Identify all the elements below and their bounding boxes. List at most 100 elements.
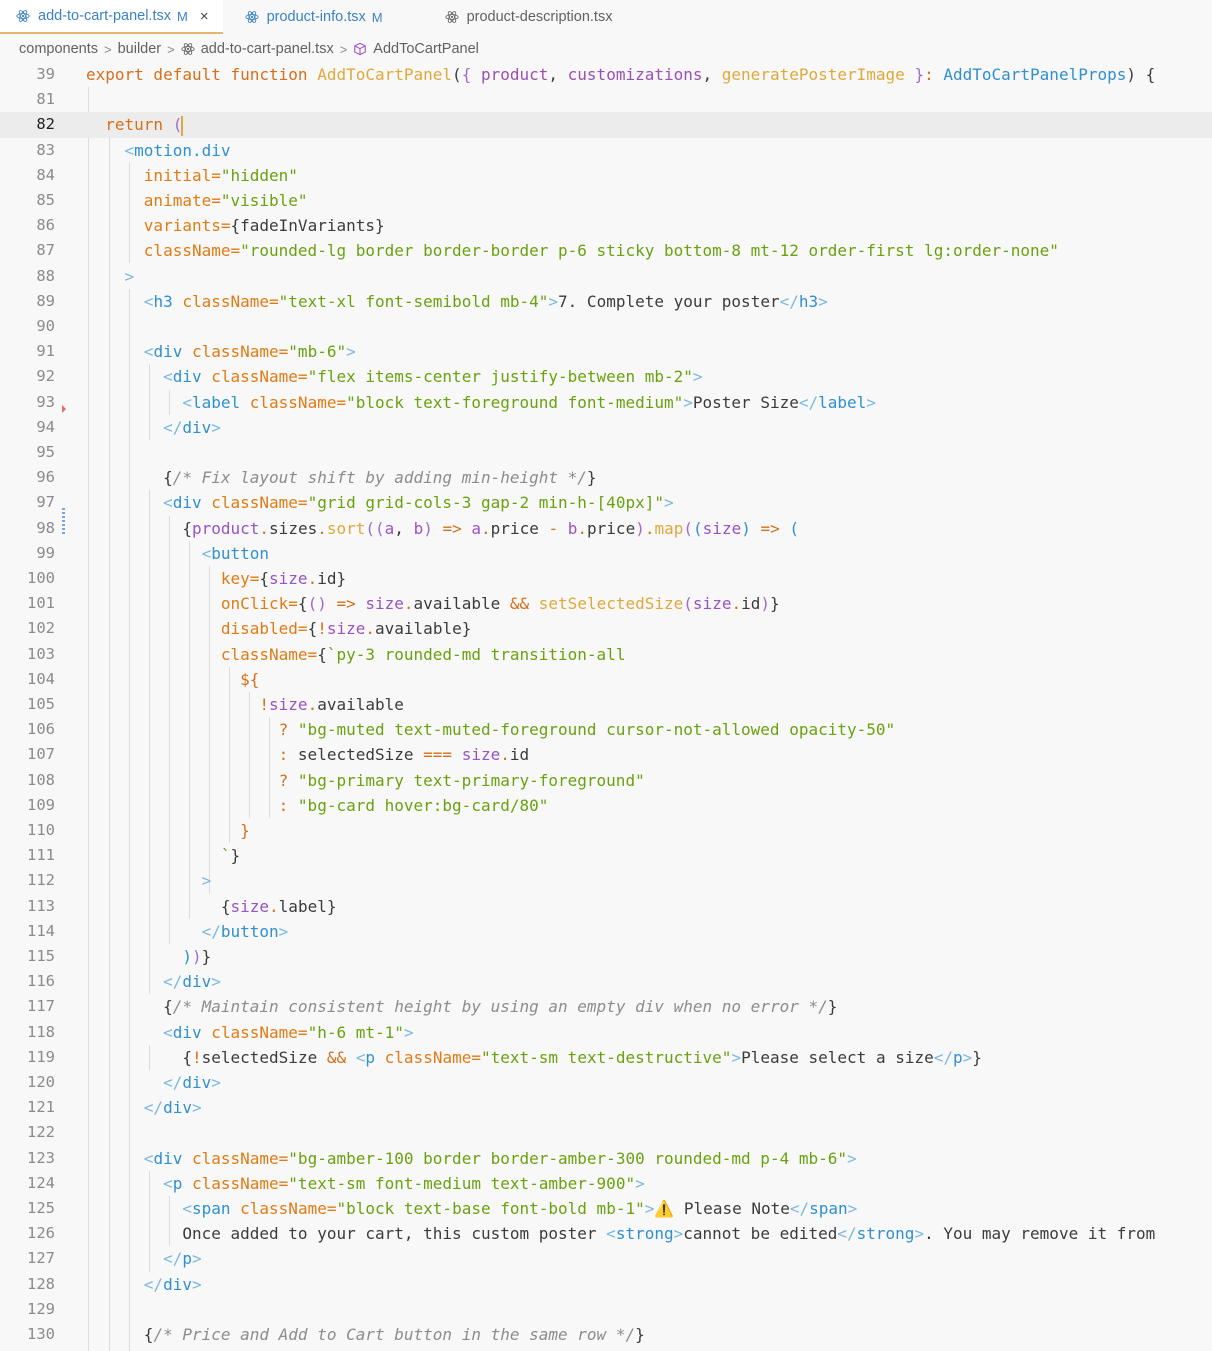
code-text: ${ (240, 669, 260, 689)
line-number: 109 (27, 795, 55, 814)
line-number: 126 (27, 1224, 55, 1243)
line-number: 87 (36, 241, 55, 260)
line-number: 93 (36, 392, 55, 411)
code-text: : "bg-card hover:bg-card/80" (278, 795, 549, 815)
line-number: 113 (27, 896, 55, 915)
line-number: 97 (36, 493, 55, 512)
line-number: 111 (27, 846, 55, 865)
code-text: </div> (143, 1274, 202, 1294)
line-number: 92 (36, 367, 55, 386)
code-line: 87 className="rounded-lg border border-b… (0, 238, 1212, 263)
code-text: </p> (163, 1249, 202, 1269)
code-line: 131 (0, 1347, 1212, 1351)
line-number: 101 (27, 594, 55, 613)
code-text: </div> (143, 1098, 202, 1118)
line-number: 115 (27, 947, 55, 965)
line-number: 98 (36, 518, 55, 537)
code-line: 83 <motion.div (0, 138, 1212, 163)
breadcrumb-item-components[interactable]: components (19, 41, 98, 57)
code-line: 103 className={`py-3 rounded-md transiti… (0, 642, 1212, 667)
tab-label: add-to-cart-panel.tsx (38, 8, 171, 24)
code-line: 117 {/* Maintain consistent height by us… (0, 994, 1212, 1019)
line-number: 102 (27, 619, 55, 638)
code-text: <motion.div (124, 140, 231, 160)
code-line: 95 (0, 440, 1212, 465)
tab-product-info[interactable]: product-info.tsx M (223, 0, 397, 34)
line-number: 131 (0, 1347, 55, 1351)
code-text: ? "bg-primary text-primary-foreground" (278, 770, 645, 790)
line-number: 83 (36, 140, 55, 159)
tab-bar: add-to-cart-panel.tsx M × product-info.t… (0, 0, 1212, 34)
tab-label: product-description.tsx (466, 9, 613, 25)
warning-icon: ⚠️ (654, 1199, 675, 1218)
line-number: 90 (36, 317, 55, 335)
tab-product-description[interactable]: product-description.tsx (397, 0, 627, 34)
code-text: <button (201, 543, 270, 563)
line-number: 119 (27, 1047, 55, 1066)
code-text: `} (220, 846, 241, 866)
code-text: <h3 className="text-xl font-semibold mb-… (143, 291, 828, 311)
code-line: 120 </div> (0, 1070, 1212, 1095)
line-number: 106 (27, 720, 55, 739)
code-text: export default function AddToCartPanel({… (86, 65, 1156, 84)
breadcrumb-item-file[interactable]: add-to-cart-panel.tsx (201, 41, 334, 57)
code-text: <div className="grid grid-cols-3 gap-2 m… (163, 493, 674, 513)
modified-badge: M (176, 8, 188, 24)
code-text: {/* Price and Add to Cart button in the … (143, 1325, 645, 1344)
tab-label: product-info.tsx (266, 9, 366, 25)
line-number: 85 (36, 191, 55, 209)
code-line: 125 <span className="block text-base fon… (0, 1196, 1212, 1221)
code-line: 127 </p> (0, 1246, 1212, 1271)
code-line: 105 !size.available (0, 692, 1212, 717)
code-text: <div className="mb-6"> (143, 342, 356, 362)
code-text: !size.available (259, 695, 404, 714)
chevron-right-icon: > (339, 41, 348, 57)
code-line: 98 {product.sizes.sort((a, b) => a.price… (0, 516, 1212, 541)
code-line: 100 key={size.id} (0, 566, 1212, 591)
close-icon[interactable]: × (200, 9, 209, 24)
line-number: 82 (36, 115, 55, 134)
chevron-right-icon: > (104, 41, 112, 57)
line-number: 122 (27, 1123, 55, 1142)
line-number: 94 (36, 417, 55, 436)
code-line: 113 {size.label} (0, 894, 1212, 919)
code-text: key={size.id} (220, 569, 347, 588)
code-text: <p className="text-sm font-medium text-a… (163, 1173, 645, 1193)
react-file-icon (245, 11, 259, 23)
code-text: <span className="block text-base font-bo… (182, 1199, 858, 1218)
code-line: 91 <div className="mb-6"> (0, 339, 1212, 364)
line-number: 103 (27, 644, 55, 663)
breadcrumb-item-symbol[interactable]: AddToCartPanel (373, 41, 479, 57)
line-number: 118 (27, 1022, 55, 1041)
breadcrumb-item-builder[interactable]: builder (118, 41, 162, 57)
code-line: 88 > (0, 264, 1212, 289)
code-text: </div> (163, 417, 221, 437)
code-line: 112 > (0, 868, 1212, 893)
code-line: 114 </button> (0, 919, 1212, 944)
code-text: {/* Fix layout shift by adding min-heigh… (163, 468, 597, 488)
line-number: 130 (27, 1325, 55, 1343)
code-line: 89 <h3 className="text-xl font-semibold … (0, 289, 1212, 314)
code-line: 97 <div className="grid grid-cols-3 gap-… (0, 490, 1212, 515)
code-text: <div className="flex items-center justif… (163, 367, 703, 387)
line-number: 124 (27, 1173, 55, 1192)
code-text: {/* Maintain consistent height by using … (163, 997, 838, 1017)
code-line: 81 (0, 87, 1212, 112)
code-line: 94 </div> (0, 415, 1212, 440)
tab-add-to-cart-panel[interactable]: add-to-cart-panel.tsx M × (0, 0, 223, 34)
line-number: 107 (27, 745, 55, 764)
code-line: 119 {!selectedSize && <p className="text… (0, 1045, 1212, 1070)
code-text: animate="visible" (143, 191, 308, 210)
code-line: 116 </div> (0, 969, 1212, 994)
code-line: 121 </div> (0, 1095, 1212, 1120)
line-number: 99 (36, 543, 55, 562)
code-text: variants={fadeInVariants} (143, 216, 385, 236)
line-number: 104 (27, 669, 55, 688)
code-line: 92 <div className="flex items-center jus… (0, 364, 1212, 389)
code-editor[interactable]: 39 export default function AddToCartPanel… (0, 62, 1212, 1351)
code-text: </div> (163, 1073, 221, 1092)
line-number: 121 (27, 1098, 55, 1117)
code-text: onClick={() => size.available && setSele… (220, 594, 780, 614)
line-number: 112 (27, 871, 55, 890)
breadcrumb: components > builder > add-to-cart-panel… (0, 34, 1212, 64)
